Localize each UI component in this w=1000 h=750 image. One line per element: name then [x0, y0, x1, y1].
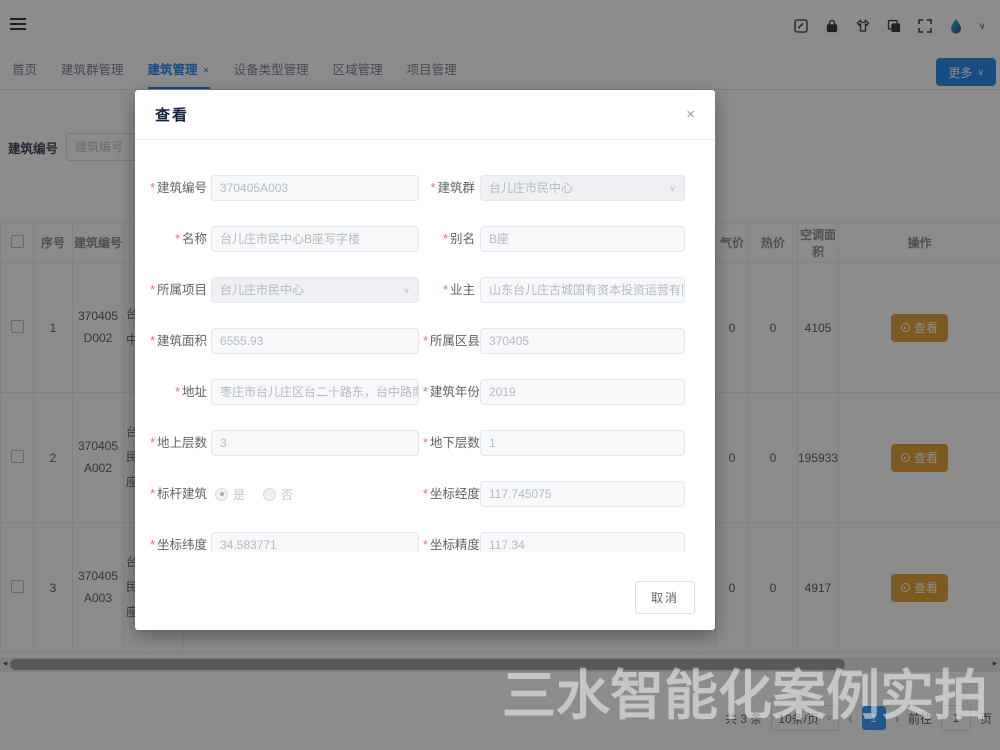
required-asterisk: *: [150, 334, 155, 348]
benchmark-radio-group: 是 否: [207, 481, 293, 507]
field-label: 所属项目: [157, 283, 207, 297]
district-field: 370405: [480, 328, 685, 354]
field-label: 地下层数: [430, 436, 480, 450]
dialog-header: 查看 ×: [135, 90, 715, 140]
field-label: 标杆建筑: [157, 487, 207, 501]
radio-yes: 是: [215, 486, 245, 503]
radio-label: 是: [233, 486, 245, 503]
required-asterisk: *: [175, 385, 180, 399]
field-label: 名称: [182, 232, 207, 246]
building-group-select: 台儿庄市民中心 ∨: [480, 175, 685, 201]
required-asterisk: *: [423, 487, 428, 501]
field-label: 建筑面积: [157, 334, 207, 348]
required-asterisk: *: [443, 283, 448, 297]
close-icon[interactable]: ×: [686, 107, 695, 122]
chevron-down-icon: ∨: [403, 278, 410, 302]
radio-unselected-icon: [263, 488, 276, 501]
building-name-field: 台儿庄市民中心B座写字楼: [211, 226, 419, 252]
required-asterisk: *: [423, 334, 428, 348]
radio-selected-icon: [215, 488, 228, 501]
required-asterisk: *: [150, 538, 155, 552]
radio-no: 否: [263, 486, 293, 503]
project-select: 台儿庄市民中心 ∨: [211, 277, 419, 303]
cancel-button[interactable]: 取消: [635, 581, 695, 614]
field-label: 所属区县: [430, 334, 480, 348]
owner-field: 山东台儿庄古城国有资本投资运营有限公司: [480, 277, 685, 303]
required-asterisk: *: [423, 436, 428, 450]
chevron-down-icon: ∨: [669, 176, 676, 200]
field-label: 地上层数: [157, 436, 207, 450]
radio-label: 否: [281, 486, 293, 503]
precision-field: 117.34: [480, 532, 685, 552]
required-asterisk: *: [443, 232, 448, 246]
floors-above-field: 3: [211, 430, 419, 456]
view-dialog: 查看 × *建筑编号 370405A003 *建筑群 台儿庄市民中心∨ *名称 …: [135, 90, 715, 630]
building-code-field: 370405A003: [211, 175, 419, 201]
field-label: 建筑群: [437, 181, 475, 195]
dialog-title: 查看: [155, 104, 189, 125]
address-field: 枣庄市台儿庄区台二十路东，台中路南: [211, 379, 419, 405]
required-asterisk: *: [431, 181, 436, 195]
required-asterisk: *: [423, 385, 428, 399]
longitude-field: 117.745075: [480, 481, 685, 507]
building-area-field: 6555.93: [211, 328, 419, 354]
build-year-field: 2019: [480, 379, 685, 405]
select-value: 台儿庄市民中心: [489, 176, 573, 200]
field-label: 地址: [182, 385, 207, 399]
required-asterisk: *: [150, 436, 155, 450]
select-value: 台儿庄市民中心: [220, 278, 304, 302]
field-label: 坐标纬度: [157, 538, 207, 552]
field-label: 别名: [450, 232, 475, 246]
latitude-field: 34.583771: [211, 532, 419, 552]
required-asterisk: *: [150, 487, 155, 501]
field-label: 建筑编号: [157, 181, 207, 195]
field-label: 建筑年份: [430, 385, 480, 399]
required-asterisk: *: [175, 232, 180, 246]
floors-below-field: 1: [480, 430, 685, 456]
alias-field: B座: [480, 226, 685, 252]
dialog-footer: 取消: [635, 581, 695, 614]
field-label: 坐标经度: [430, 487, 480, 501]
required-asterisk: *: [150, 181, 155, 195]
required-asterisk: *: [423, 538, 428, 552]
required-asterisk: *: [150, 283, 155, 297]
dialog-body: *建筑编号 370405A003 *建筑群 台儿庄市民中心∨ *名称 台儿庄市民…: [135, 140, 715, 552]
field-label: 业主: [450, 283, 475, 297]
field-label: 坐标精度: [430, 538, 480, 552]
